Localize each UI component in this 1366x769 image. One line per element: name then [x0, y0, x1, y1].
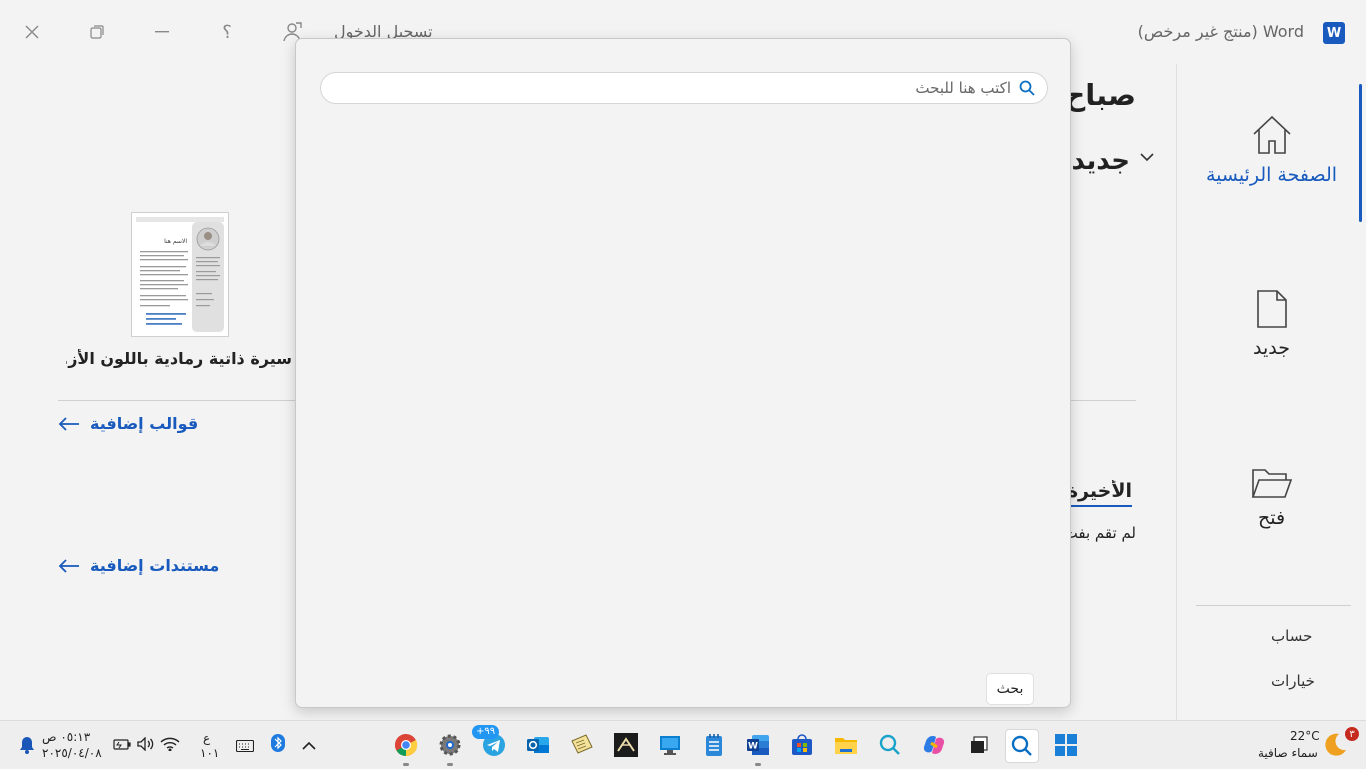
telegram-badge: +٩٩: [472, 725, 500, 739]
keyboard-icon[interactable]: [235, 737, 255, 756]
weather-desc: سماء صافية: [1258, 746, 1318, 760]
app-icon: [614, 733, 638, 757]
notepad-icon: [706, 734, 722, 756]
recent-empty-note: لم تقم بفت: [1068, 524, 1136, 542]
running-indicator: [755, 763, 761, 766]
file-explorer-button[interactable]: [830, 729, 862, 761]
arrow-left-icon: [58, 558, 79, 573]
home-icon: [1252, 115, 1291, 154]
notepad-button[interactable]: [698, 729, 730, 761]
remote-desktop-icon: [660, 736, 680, 755]
nav-home-label: الصفحة الرئيسية: [1205, 164, 1338, 186]
file-explorer-icon: [835, 738, 857, 754]
chrome-button[interactable]: [390, 729, 422, 766]
search-panel: بحث: [295, 38, 1071, 708]
search-input[interactable]: [337, 76, 1013, 100]
notification-badge: ٣: [1345, 727, 1359, 741]
more-templates-label: قوالب إضافية: [90, 414, 199, 433]
nav-account[interactable]: حساب: [1271, 627, 1312, 645]
nav-new-label: جديد: [1253, 337, 1290, 359]
backstage-nav: الصفحة الرئيسية جديد فتح حساب خيارات: [1177, 64, 1366, 720]
greeting-heading: صباح: [1068, 78, 1136, 112]
running-indicator: [447, 763, 453, 766]
arrow-left-icon: [58, 416, 79, 431]
template-title[interactable]: سيرة ذاتية رمادية باللون الأز...: [66, 349, 292, 368]
search-box[interactable]: [320, 72, 1048, 104]
running-indicator: [403, 763, 409, 766]
chrome-icon: [395, 734, 418, 757]
nav-options[interactable]: خيارات: [1271, 672, 1315, 690]
weather-temp: 22°C: [1290, 729, 1320, 743]
window-title: Word (منتج غير مرخص): [1137, 22, 1304, 41]
notes-button[interactable]: [566, 729, 598, 761]
clock-time[interactable]: ٠٥:١٣ ص: [42, 730, 90, 744]
search-app-button[interactable]: [874, 729, 906, 761]
search-button[interactable]: بحث: [986, 673, 1034, 705]
new-section-heading: جديد: [1071, 146, 1130, 176]
search-icon: [1019, 80, 1035, 100]
nav-separator: [1196, 605, 1351, 606]
nav-open-label: فتح: [1257, 507, 1286, 529]
more-documents-link[interactable]: مستندات إضافية: [58, 556, 219, 575]
svg-text:W: W: [748, 742, 758, 752]
folder-open-icon: [1251, 469, 1292, 498]
language-indicator-top[interactable]: ع: [203, 731, 210, 745]
template-thumb-name: الاسم هنا: [164, 238, 187, 245]
search-icon: [879, 734, 900, 755]
new-document-icon: [1256, 290, 1287, 328]
wifi-icon[interactable]: [160, 736, 180, 755]
nav-new[interactable]: جديد: [1177, 289, 1366, 359]
settings-button[interactable]: [434, 729, 466, 766]
volume-icon[interactable]: [137, 736, 155, 755]
copilot-icon: [923, 736, 945, 754]
store-button[interactable]: [786, 729, 818, 761]
restore-button[interactable]: [81, 16, 113, 48]
word-taskbar-button[interactable]: W: [742, 729, 774, 766]
nav-home[interactable]: الصفحة الرئيسية: [1177, 114, 1366, 186]
search-icon: [1011, 735, 1032, 756]
clock-date[interactable]: ٢٠٢٥/٠٤/٠٨: [42, 746, 102, 760]
taskbar: ٣ 22°C سماء صافية W +٩٩ ع ١٠١ ٠٥:١٣ ص ٢٠…: [0, 720, 1366, 769]
start-button[interactable]: [1050, 729, 1082, 761]
minimize-button[interactable]: [146, 16, 178, 48]
more-templates-link[interactable]: قوالب إضافية: [58, 414, 198, 433]
remote-desktop-button[interactable]: [654, 729, 686, 761]
more-documents-label: مستندات إضافية: [90, 556, 220, 575]
windows-icon: [1055, 734, 1077, 756]
store-icon: [792, 734, 812, 755]
outlook-button[interactable]: [522, 729, 554, 761]
word-app-icon: W: [1323, 22, 1345, 44]
settings-icon: [439, 734, 461, 756]
task-view-icon: [971, 736, 988, 753]
taskbar-search[interactable]: [1005, 729, 1039, 763]
section-divider-left: [58, 400, 296, 401]
section-divider-right: [1070, 400, 1136, 401]
language-indicator-bottom: ١٠١: [200, 746, 220, 760]
app-button[interactable]: [610, 729, 642, 761]
battery-icon[interactable]: [113, 736, 131, 755]
template-thumbnail[interactable]: الاسم هنا: [131, 212, 229, 337]
outlook-icon: [527, 737, 549, 753]
help-button[interactable]: ؟: [211, 16, 243, 48]
bluetooth-icon[interactable]: [271, 734, 285, 756]
nav-open[interactable]: فتح: [1177, 467, 1366, 529]
notification-bell-icon[interactable]: [19, 736, 35, 758]
chevron-up-icon[interactable]: [302, 736, 316, 755]
notes-icon: [571, 734, 593, 754]
copilot-button[interactable]: [918, 729, 950, 761]
recent-tab[interactable]: الأخيرة: [1068, 480, 1132, 507]
close-button[interactable]: [16, 16, 48, 48]
chevron-down-icon[interactable]: [1140, 152, 1154, 162]
task-view-button[interactable]: [963, 729, 995, 761]
word-icon: W: [747, 735, 769, 755]
